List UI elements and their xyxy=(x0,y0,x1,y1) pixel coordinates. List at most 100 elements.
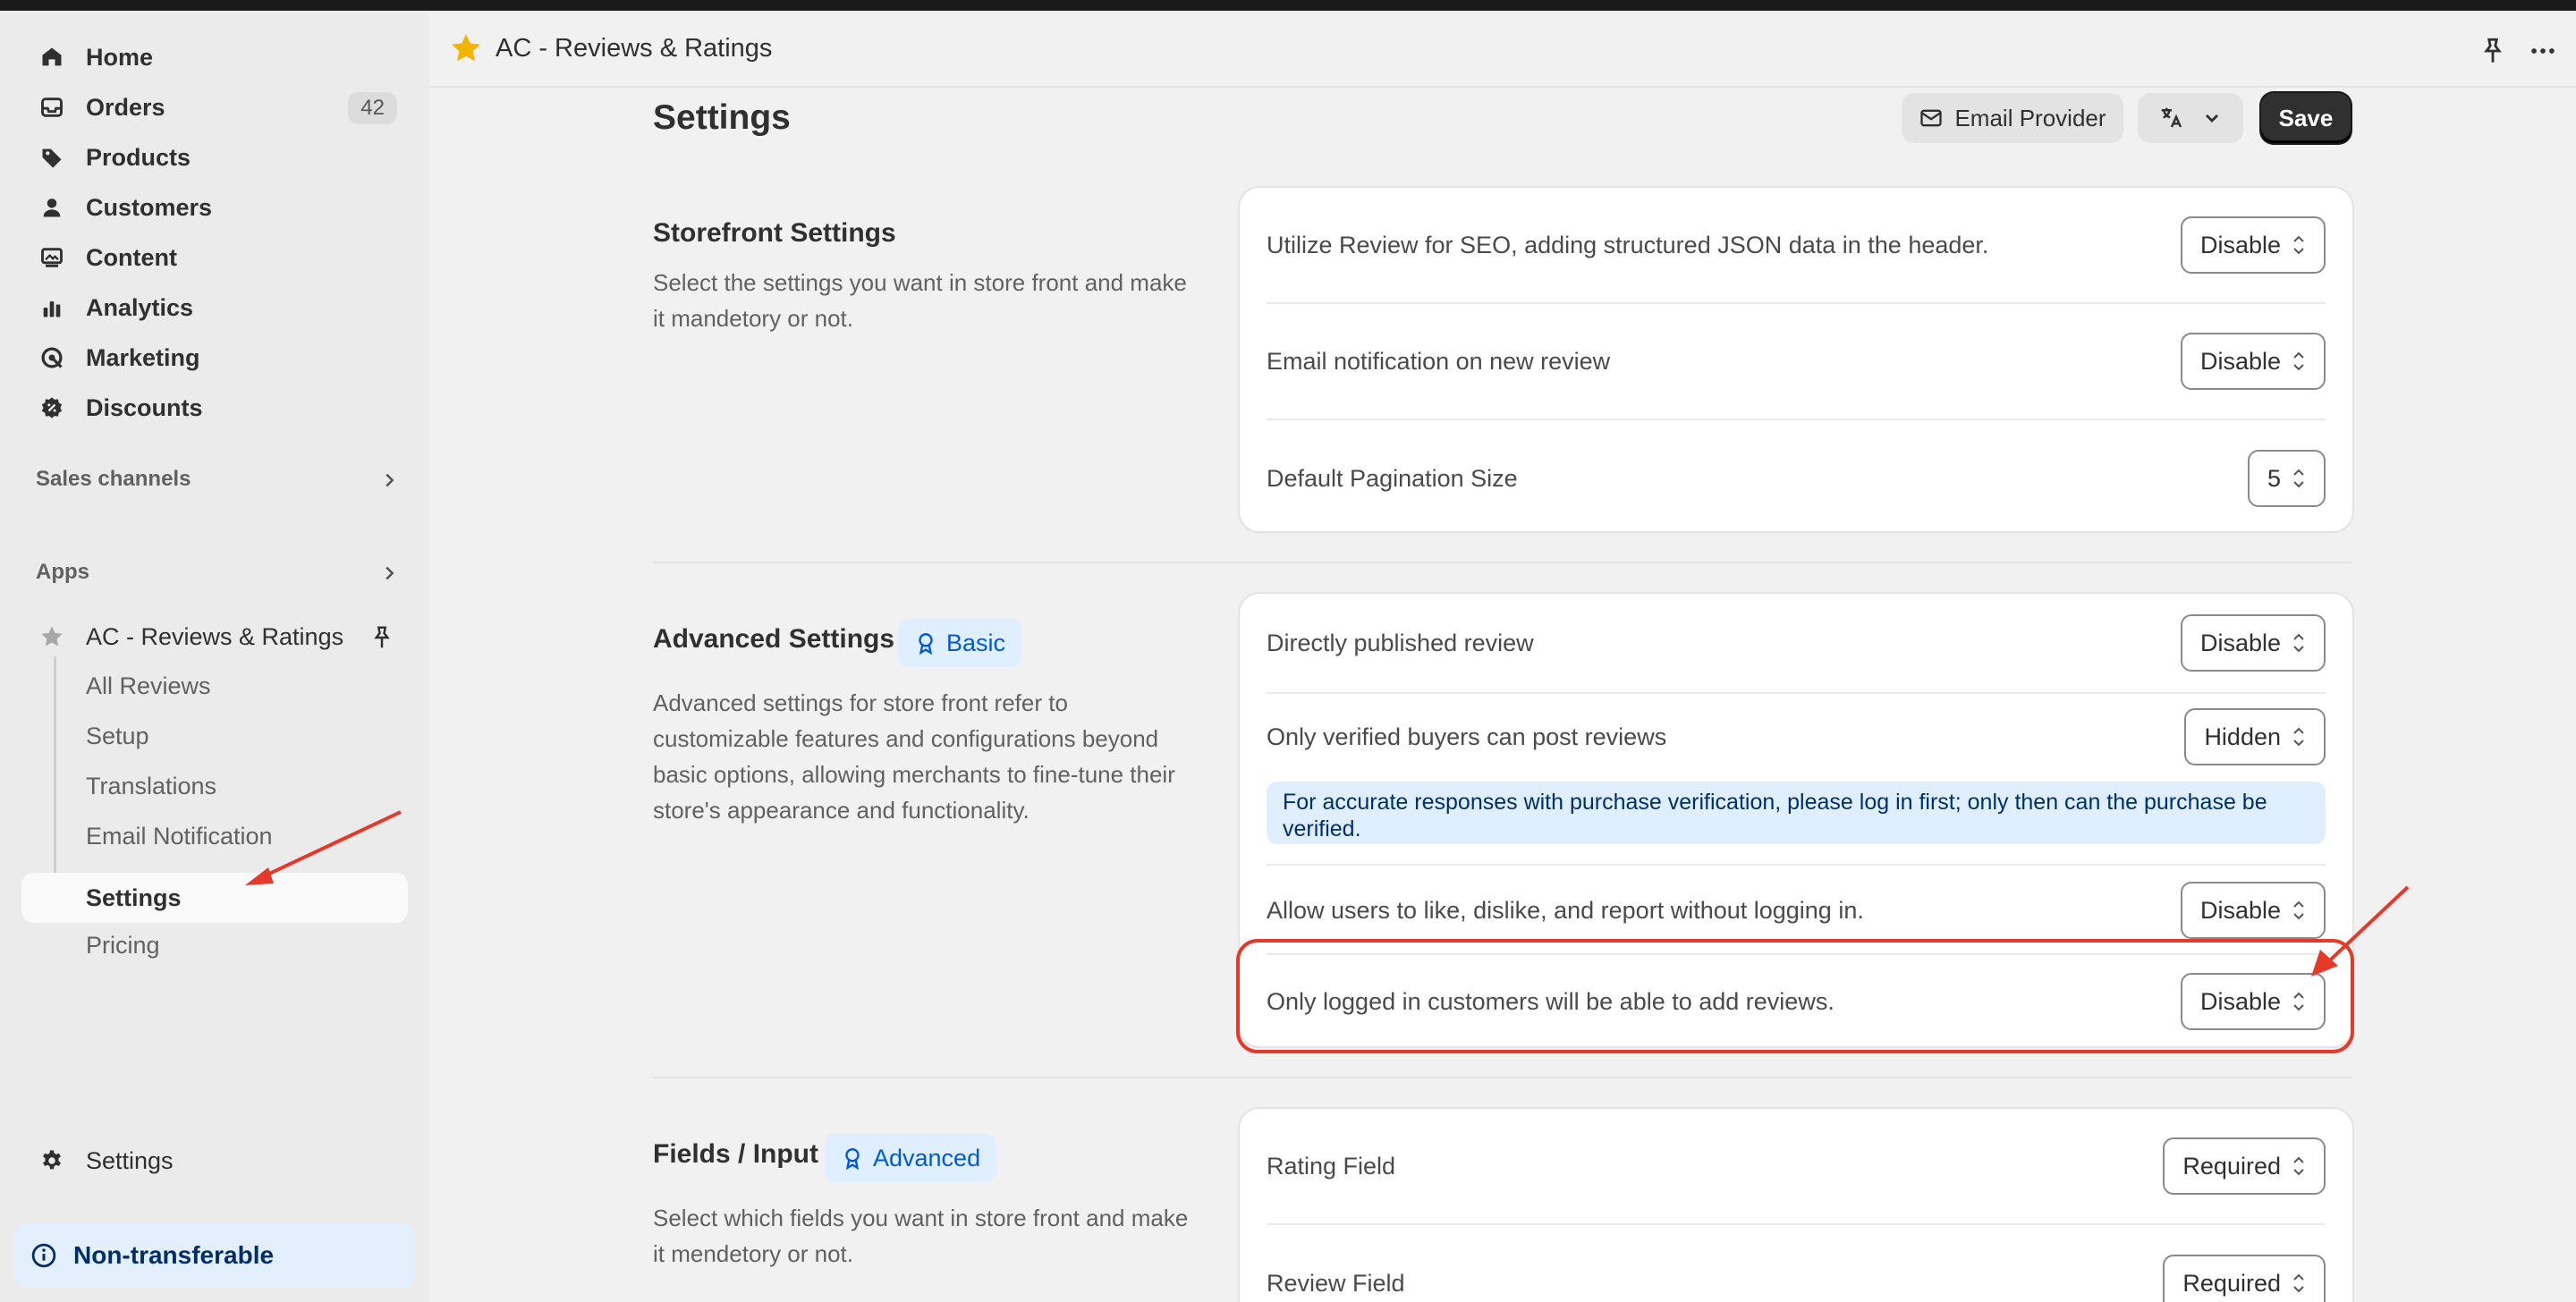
tag-icon xyxy=(38,143,66,172)
translate-icon xyxy=(2161,107,2182,128)
setting-label: Review Field xyxy=(1267,1269,1405,1297)
page-title: Settings xyxy=(653,98,791,137)
chevron-down-icon xyxy=(2206,114,2218,123)
fields-input-title: Fields / Input xyxy=(653,1139,818,1169)
select-value: Hidden xyxy=(2204,723,2281,750)
sidebar-subitem-active-bg xyxy=(21,873,408,923)
fields-input-card: Rating Field Required Review Field Requi… xyxy=(1240,1109,2352,1302)
sidebar-item-analytics[interactable]: Analytics xyxy=(21,284,406,331)
sidebar-item-settings[interactable]: Settings xyxy=(21,1137,406,1184)
save-button[interactable]: Save xyxy=(2261,93,2351,143)
sidebar-item-marketing[interactable]: Marketing xyxy=(21,334,406,381)
bar-chart-icon xyxy=(38,293,66,322)
section-divider xyxy=(653,562,2352,563)
award-icon xyxy=(919,633,933,655)
review-field-select[interactable]: Required xyxy=(2163,1255,2326,1302)
sidebar-item-home[interactable]: Home xyxy=(21,34,406,80)
select-value: 5 xyxy=(2267,464,2281,492)
sales-channels-label[interactable]: Sales channels xyxy=(36,467,191,492)
storefront-settings-title: Storefront Settings xyxy=(653,218,896,248)
chevron-right-icon[interactable] xyxy=(379,470,399,490)
verified-buyers-select[interactable]: Hidden xyxy=(2184,708,2326,765)
language-selector-button[interactable] xyxy=(2138,93,2243,143)
orders-count-badge: 42 xyxy=(348,92,397,124)
setting-row-review-field: Review Field Required xyxy=(1267,1225,2326,1302)
select-value: Required xyxy=(2182,1152,2281,1179)
star-icon xyxy=(452,34,480,62)
tree-line xyxy=(54,656,56,891)
sidebar-item-content[interactable]: Content xyxy=(21,234,406,281)
sidebar-subitem-pricing[interactable]: Pricing xyxy=(86,932,160,960)
email-icon xyxy=(1920,109,1943,127)
email-notification-select[interactable]: Disable xyxy=(2180,333,2326,390)
badge-label: Advanced xyxy=(873,1144,981,1171)
sidebar-subitem-settings[interactable]: Settings xyxy=(86,873,182,923)
sidebar-item-label: Analytics xyxy=(86,293,194,321)
basic-badge: Basic xyxy=(898,619,1022,667)
like-dislike-select[interactable]: Disable xyxy=(2180,882,2326,939)
home-icon xyxy=(38,43,66,72)
discount-icon xyxy=(38,393,66,422)
sidebar-item-discounts[interactable]: Discounts xyxy=(21,385,406,431)
select-value: Disable xyxy=(2199,347,2281,375)
sidebar-subitem-all-reviews[interactable]: All Reviews xyxy=(86,672,211,700)
verification-info-banner: For accurate responses with purchase ver… xyxy=(1267,782,2326,844)
sidebar-item-customers[interactable]: Customers xyxy=(21,184,406,231)
seo-select[interactable]: Disable xyxy=(2180,216,2326,274)
sidebar-app-reviews-ratings[interactable]: AC - Reviews & Ratings xyxy=(21,613,406,660)
select-arrows-icon xyxy=(2293,469,2304,488)
sidebar-item-orders[interactable]: Orders 42 xyxy=(21,84,406,131)
setting-row-directly-published: Directly published review Disable xyxy=(1267,594,2326,694)
apps-label[interactable]: Apps xyxy=(36,560,89,585)
directly-published-select[interactable]: Disable xyxy=(2180,614,2326,672)
non-transferable-banner[interactable]: Non-transferable xyxy=(14,1223,415,1288)
advanced-settings-description: Advanced settings for store front refer … xyxy=(653,689,1175,824)
email-provider-button[interactable]: Email Provider xyxy=(1902,93,2123,143)
setting-label: Rating Field xyxy=(1267,1152,1396,1179)
chevron-right-icon[interactable] xyxy=(379,563,399,583)
pin-icon[interactable] xyxy=(369,624,395,651)
setting-label: Directly published review xyxy=(1267,629,1534,656)
app-title: AC - Reviews & Ratings xyxy=(496,33,773,63)
setting-label: Email notification on new review xyxy=(1267,347,1611,375)
setting-row-seo: Utilize Review for SEO, adding structure… xyxy=(1267,188,2326,304)
pin-icon[interactable] xyxy=(2478,36,2508,66)
storefront-settings-description: Select the settings you want in store fr… xyxy=(653,269,1187,332)
badge-label: Basic xyxy=(946,629,1006,656)
target-icon xyxy=(38,343,66,372)
section-divider xyxy=(653,1077,2352,1078)
more-options-icon[interactable] xyxy=(2528,36,2558,66)
fields-input-description: Select which fields you want in store fr… xyxy=(653,1205,1189,1267)
select-value: Disable xyxy=(2199,629,2281,656)
advanced-badge: Advanced xyxy=(825,1134,997,1182)
app-header: AC - Reviews & Ratings xyxy=(429,11,2576,88)
sidebar: Home Orders 42 Products Customers Conten… xyxy=(0,11,429,1302)
image-icon xyxy=(38,243,66,272)
sidebar-item-label: Marketing xyxy=(86,343,200,371)
setting-row-rating-field: Rating Field Required xyxy=(1267,1109,2326,1225)
non-transferable-label: Non-transferable xyxy=(73,1241,275,1269)
pagination-size-select[interactable]: 5 xyxy=(2247,450,2326,507)
info-icon xyxy=(31,1243,56,1268)
sidebar-item-label: AC - Reviews & Ratings xyxy=(86,622,344,650)
rating-field-select[interactable]: Required xyxy=(2163,1137,2326,1195)
select-arrows-icon xyxy=(2293,235,2304,255)
row-separator xyxy=(1267,858,2326,866)
setting-row-verified-buyers: Only verified buyers can post reviews Hi… xyxy=(1267,694,2326,780)
sidebar-subitem-translations[interactable]: Translations xyxy=(86,773,216,800)
advanced-settings-title: Advanced Settings xyxy=(653,624,895,654)
sidebar-item-label: Content xyxy=(86,243,177,271)
sidebar-item-label: Discounts xyxy=(86,393,203,421)
setting-label: Only verified buyers can post reviews xyxy=(1267,723,1667,750)
sidebar-item-label: Orders xyxy=(86,93,165,121)
select-value: Disable xyxy=(2199,896,2281,924)
gear-icon xyxy=(38,1146,66,1175)
sidebar-item-products[interactable]: Products xyxy=(21,134,406,181)
window-top-bar xyxy=(0,0,2576,11)
sidebar-subitem-setup[interactable]: Setup xyxy=(86,723,149,750)
email-provider-label: Email Provider xyxy=(1954,104,2106,131)
sidebar-subitem-email-notification[interactable]: Email Notification xyxy=(86,823,273,850)
sidebar-item-label: Products xyxy=(86,143,191,171)
setting-label: Default Pagination Size xyxy=(1267,464,1518,492)
award-icon xyxy=(845,1148,860,1171)
